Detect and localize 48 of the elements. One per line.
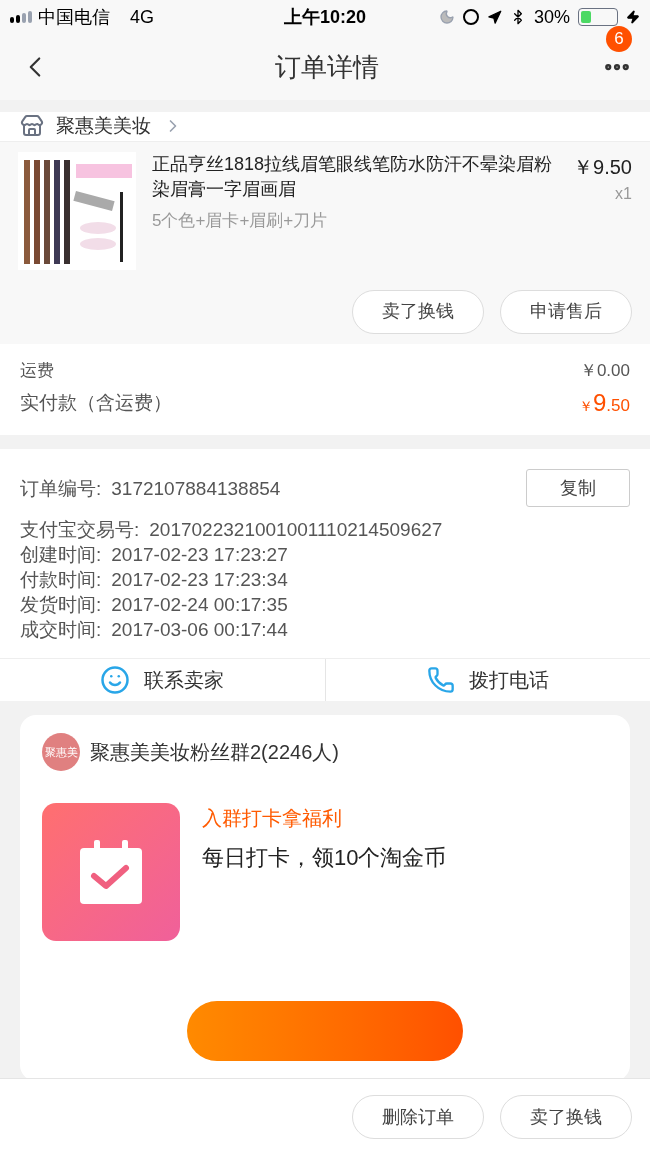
info-label: 发货时间: <box>20 593 102 617</box>
promo-title: 入群打卡拿福利 <box>202 806 343 831</box>
join-group-button[interactable] <box>187 1001 463 1061</box>
signal-icon <box>10 11 32 23</box>
promo-text: 每日打卡，领10个淘金币 <box>202 844 447 872</box>
action-button[interactable]: 删除订单 <box>352 1095 484 1139</box>
info-value: 3172107884138854 <box>111 476 281 501</box>
phone-icon <box>426 666 455 694</box>
product-price: ￥9.50 <box>573 154 632 180</box>
info-value: 2017-02-24 00:17:35 <box>111 593 288 617</box>
page-title: 订单详情 <box>274 50 380 84</box>
store-icon <box>20 114 44 139</box>
contact-button[interactable]: 拨打电话 <box>325 665 650 695</box>
shop-name[interactable]: 聚惠美美妆 <box>56 112 151 141</box>
product-title[interactable]: 正品亨丝1818拉线眉笔眼线笔防水防汗不晕染眉粉染眉膏一字眉画眉 <box>152 151 558 202</box>
location-icon <box>487 9 502 25</box>
network-type: 4G <box>130 5 154 29</box>
info-label: 订单编号: <box>20 476 102 501</box>
clock: 上午10:20 <box>284 5 367 29</box>
info-label: 付款时间: <box>20 568 102 592</box>
notification-badge: 6 <box>606 26 632 52</box>
fee-label: 运费 <box>20 359 54 382</box>
action-button[interactable]: 卖了换钱 <box>352 289 484 334</box>
carrier-name: 中国电信 <box>38 5 110 29</box>
contact-button[interactable]: 联系卖家 <box>0 665 325 695</box>
info-label: 成交时间: <box>20 618 102 642</box>
group-name: 聚惠美美妆粉丝群2(2246人) <box>90 740 339 765</box>
moon-icon <box>439 9 455 25</box>
calendar-check-icon <box>80 840 142 904</box>
info-value: 2017022321001001110214509627 <box>149 518 443 542</box>
info-value: 2017-02-23 17:23:34 <box>111 568 288 592</box>
group-avatar: 聚惠美 <box>42 733 80 771</box>
product-quantity: x1 <box>615 183 632 204</box>
fee-label: 实付款（含运费） <box>20 390 172 415</box>
info-value: 2017-03-06 00:17:44 <box>111 618 288 642</box>
info-value: 2017-02-23 17:23:27 <box>111 543 288 567</box>
action-button[interactable]: 申请售后 <box>500 289 632 334</box>
battery-icon <box>578 8 618 26</box>
copy-button[interactable]: 复制 <box>526 469 630 507</box>
info-label: 支付宝交易号: <box>20 518 140 542</box>
chat-icon <box>100 665 131 695</box>
action-button[interactable]: 卖了换钱 <box>500 1095 632 1139</box>
total-amount: ￥9.50 <box>579 388 630 418</box>
charging-icon <box>626 10 640 24</box>
fee-value: ￥0.00 <box>579 359 630 382</box>
product-variant: 5个色+眉卡+眉刷+刀片 <box>152 209 329 232</box>
info-label: 创建时间: <box>20 543 102 567</box>
battery-percent: 30% <box>534 5 570 29</box>
